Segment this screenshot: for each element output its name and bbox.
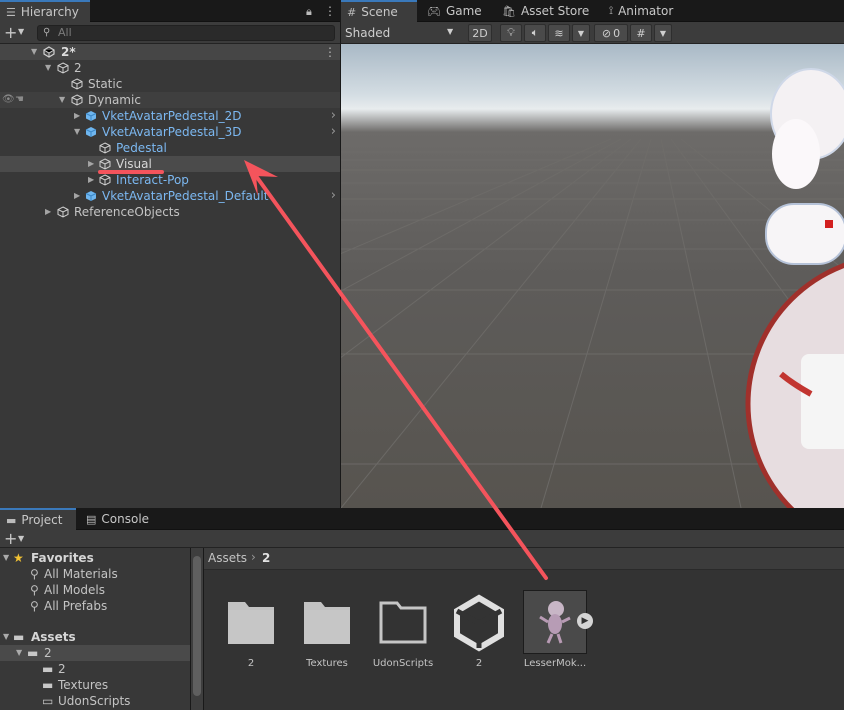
annotation-arrow-head <box>244 160 278 196</box>
annotation-arrow <box>98 160 548 580</box>
annotation-arrow-shaft <box>254 174 548 580</box>
